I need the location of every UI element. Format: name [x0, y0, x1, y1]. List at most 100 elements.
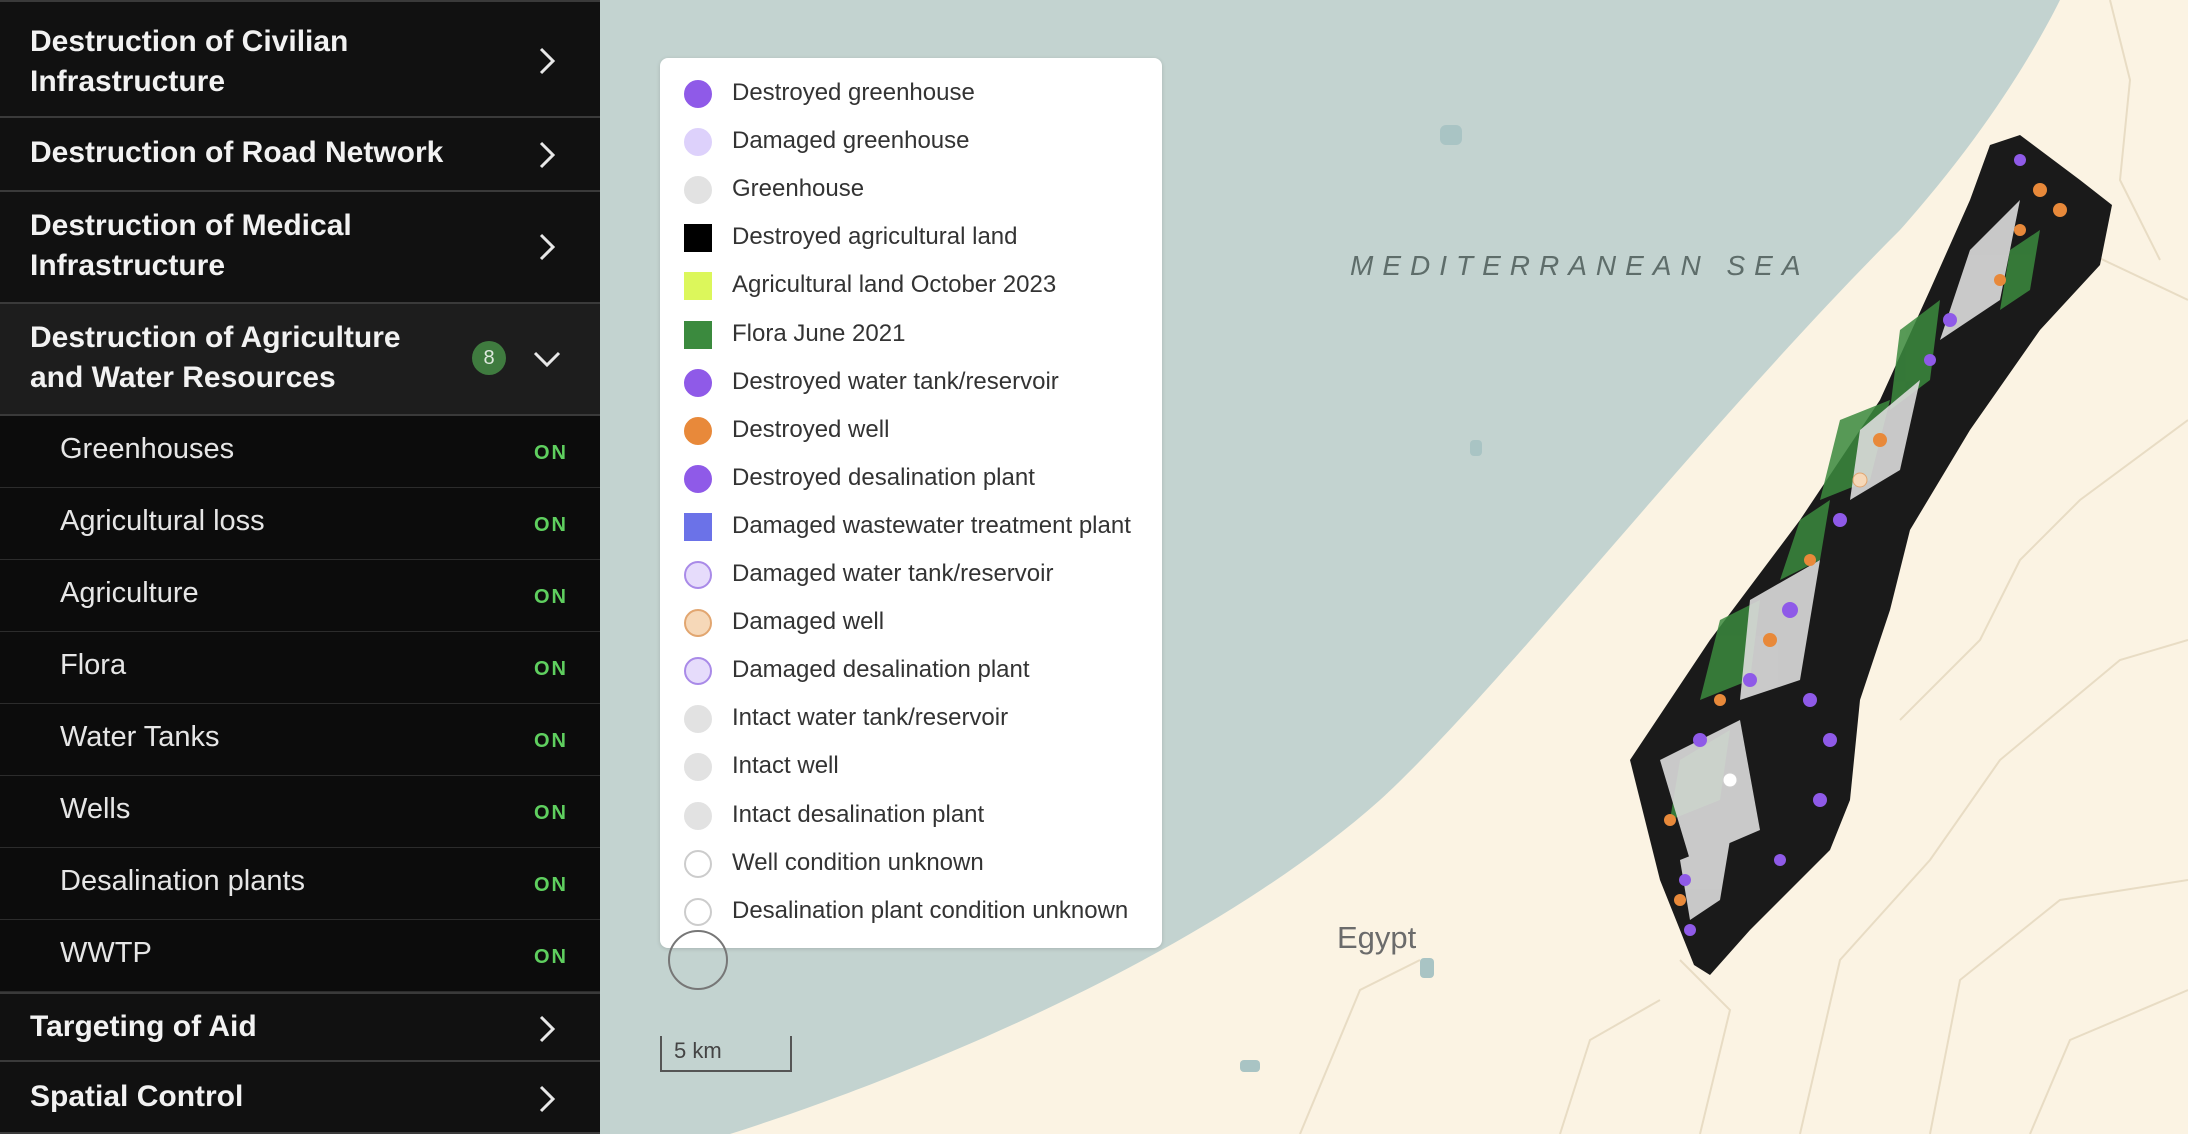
destroyed-well-point — [2014, 224, 2026, 236]
map-legend: Destroyed greenhouse Damaged greenhouse Gr… — [660, 58, 1162, 948]
layer-label: Agricultural loss — [60, 505, 265, 537]
destroyed-greenhouse-point — [1774, 854, 1786, 866]
legend-item: Greenhouse — [660, 169, 1160, 209]
category-medical-infrastructure[interactable]: Destruction of Medical Infrastructure — [0, 192, 600, 304]
layer-status: ON — [534, 730, 568, 752]
legend-label: Destroyed greenhouse — [732, 79, 975, 106]
legend-symbol-circle — [684, 753, 712, 782]
destroyed-water-tank-point — [1833, 513, 1847, 527]
category-title-line: Infrastructure — [30, 249, 226, 282]
layer-toggle-greenhouses[interactable]: Greenhouses ON — [0, 416, 600, 488]
destroyed-well-point — [1714, 694, 1726, 706]
legend-label: Damaged wastewater treatment plant — [732, 511, 1131, 539]
destroyed-greenhouse-point — [2014, 154, 2026, 166]
category-title-line: Destruction of Medical — [30, 209, 352, 242]
destroyed-well-point — [1804, 554, 1816, 566]
category-title-line: Destruction of Agriculture — [30, 321, 401, 354]
layer-status: ON — [534, 586, 568, 608]
category-title: Destruction of Civilian Infrastructure — [30, 22, 450, 102]
category-targeting-of-aid[interactable]: Targeting of Aid — [0, 992, 600, 1062]
legend-symbol-square — [684, 320, 712, 349]
category-title: Destruction of Road Network — [30, 136, 444, 169]
destroyed-greenhouse-point — [1803, 693, 1817, 707]
destroyed-greenhouse-point — [1679, 874, 1691, 886]
sea-label: MEDITERRANEAN SEA — [1350, 250, 1810, 281]
legend-symbol-circle — [684, 801, 712, 830]
legend-item: Destroyed water tank/reservoir — [660, 362, 1160, 402]
destroyed-well-point — [1994, 274, 2006, 286]
layer-label: Wells — [60, 793, 131, 825]
legend-label: Intact desalination plant — [732, 800, 985, 828]
category-title: Targeting of Aid — [30, 1010, 257, 1043]
legend-label: Destroyed desalination plant — [732, 463, 1035, 491]
legend-item: Intact well — [660, 746, 1160, 786]
legend-item: Damaged well — [660, 602, 1160, 642]
legend-label: Agricultural land October 2023 — [732, 271, 1057, 299]
chevron-right-icon — [539, 233, 556, 261]
layer-status: ON — [534, 442, 568, 464]
category-title: Spatial Control — [30, 1080, 244, 1113]
layer-status: ON — [534, 514, 568, 536]
destroyed-greenhouse-point — [1684, 924, 1696, 936]
legend-symbol-circle — [684, 464, 712, 493]
legend-item: Damaged water tank/reservoir — [660, 554, 1160, 594]
country-label-egypt: Egypt — [1337, 920, 1417, 955]
destroyed-well-point — [1763, 633, 1777, 647]
legend-item: Destroyed well — [660, 410, 1160, 450]
destroyed-well-point — [1873, 433, 1887, 447]
legend-symbol-circle — [684, 657, 712, 686]
chevron-down-icon — [533, 351, 561, 368]
well-unknown-point — [1722, 772, 1738, 788]
legend-symbol-circle — [684, 705, 712, 734]
category-title: Destruction of Medical Infrastructure — [30, 206, 450, 286]
legend-item: Damaged desalination plant — [660, 650, 1160, 690]
destroyed-greenhouse-point — [1782, 602, 1798, 618]
category-civilian-infrastructure[interactable]: Destruction of Civilian Infrastructure — [0, 0, 600, 118]
legend-label: Damaged well — [732, 608, 885, 636]
legend-label: Well condition unknown — [732, 848, 984, 876]
layer-status: ON — [534, 658, 568, 680]
layer-label: WWTP — [60, 937, 152, 969]
category-spatial-control[interactable]: Spatial Control — [0, 1062, 600, 1134]
layer-label: Agriculture — [60, 577, 199, 609]
legend-symbol-circle — [684, 609, 712, 638]
legend-item: Intact water tank/reservoir — [660, 698, 1160, 738]
layer-toggle-wwtp[interactable]: WWTP ON — [0, 920, 600, 992]
category-title-line: and Water Resources — [30, 361, 336, 394]
layer-toggle-desalination-plants[interactable]: Desalination plants ON — [0, 848, 600, 920]
legend-label: Greenhouse — [732, 175, 865, 203]
layer-label: Water Tanks — [60, 721, 220, 753]
layer-toggle-water-tanks[interactable]: Water Tanks ON — [0, 704, 600, 776]
legend-item: Agricultural land October 2023 — [660, 265, 1160, 305]
layer-label: Desalination plants — [60, 865, 306, 897]
legend-item: Damaged wastewater treatment plant — [660, 506, 1160, 546]
category-title-line: Infrastructure — [30, 65, 226, 98]
damaged-well-point — [1852, 472, 1868, 488]
layer-sidebar: Destruction of Civilian Infrastructure D… — [0, 0, 601, 1134]
chevron-right-icon — [539, 1085, 556, 1113]
legend-label: Intact water tank/reservoir — [732, 704, 1009, 732]
legend-label: Damaged desalination plant — [732, 656, 1030, 684]
layer-status: ON — [534, 946, 568, 968]
destroyed-well-point — [1674, 894, 1686, 906]
map-control-circle[interactable] — [668, 930, 728, 990]
layer-label: Greenhouses — [60, 433, 235, 465]
layer-toggle-wells[interactable]: Wells ON — [0, 776, 600, 848]
legend-symbol-circle — [684, 128, 712, 157]
category-agriculture-water[interactable]: Destruction of Agriculture and Water Res… — [0, 304, 600, 416]
legend-symbol-square — [684, 512, 712, 541]
destroyed-well-point — [2053, 203, 2067, 217]
layer-label: Flora — [60, 649, 127, 681]
layer-toggle-agriculture[interactable]: Agriculture ON — [0, 560, 600, 632]
category-road-network[interactable]: Destruction of Road Network — [0, 118, 600, 192]
legend-symbol-circle — [684, 849, 712, 878]
legend-item: Destroyed greenhouse — [660, 73, 1160, 113]
layer-toggle-flora[interactable]: Flora ON — [0, 632, 600, 704]
legend-label: Flora June 2021 — [732, 319, 906, 347]
layer-toggle-agricultural-loss[interactable]: Agricultural loss ON — [0, 488, 600, 560]
category-title-line: Destruction of Civilian — [30, 25, 349, 58]
destroyed-greenhouse-point — [1924, 354, 1936, 366]
destroyed-greenhouse-point — [1693, 733, 1707, 747]
legend-symbol-circle — [684, 561, 712, 589]
legend-label: Desalination plant condition unknown — [732, 896, 1129, 924]
